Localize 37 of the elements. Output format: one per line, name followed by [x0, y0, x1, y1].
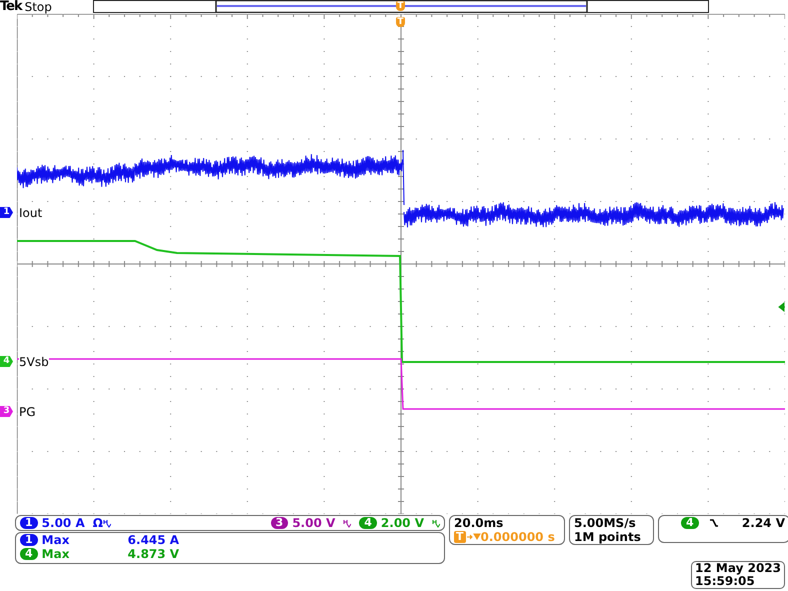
channel-badge: 1 — [20, 517, 38, 529]
measurement-name: Max — [42, 534, 70, 546]
trace-label: Iout — [19, 206, 42, 220]
trigger-level-arrow — [778, 302, 785, 312]
trigger-source-badge: 4 — [681, 517, 699, 529]
channel-scale: 5.00 A — [42, 516, 85, 530]
brand-label: Tek — [0, 0, 22, 14]
channel-marker[interactable]: 1 — [0, 207, 13, 218]
trigger-badge: T — [454, 531, 466, 543]
measurement-value: 4.873 V — [128, 548, 180, 560]
trigger-delay: 0.000000 s — [480, 530, 555, 544]
time-scale: 20.0ms — [454, 516, 504, 530]
trace-label: 5Vsb — [19, 355, 49, 369]
channel-badge: 3 — [270, 517, 288, 529]
measurement-value: 6.445 A — [128, 534, 180, 546]
acquisition-state: Stop — [24, 0, 52, 14]
bandwidth-limit-icon — [102, 518, 111, 528]
record-length: 1M points — [574, 530, 641, 544]
measurement-name: Max — [42, 548, 70, 560]
channel-marker[interactable]: 4 — [0, 356, 13, 367]
bandwidth-limit-icon — [343, 518, 352, 528]
trace-label: PG — [19, 405, 36, 419]
trigger-time-marker: T — [396, 17, 405, 27]
channel-badge: 4 — [359, 517, 377, 529]
channel-badge: 4 — [20, 548, 38, 560]
channel-scale: 5.00 V — [292, 516, 336, 530]
delay-arrow-icon — [466, 533, 481, 541]
channel-badge: 1 — [20, 534, 38, 546]
date-label: 12 May 2023 — [695, 562, 781, 575]
bandwidth-limit-icon — [432, 518, 440, 528]
trigger-level: 2.24 V — [742, 516, 785, 530]
sample-rate: 5.00MS/s — [574, 516, 636, 530]
time-label: 15:59:05 — [695, 575, 756, 588]
trigger-position-marker: T — [396, 1, 405, 11]
channel-marker[interactable]: 3 — [0, 406, 13, 417]
channel-scale: 2.00 V — [380, 516, 424, 530]
impedance-label: Ω — [92, 516, 103, 530]
